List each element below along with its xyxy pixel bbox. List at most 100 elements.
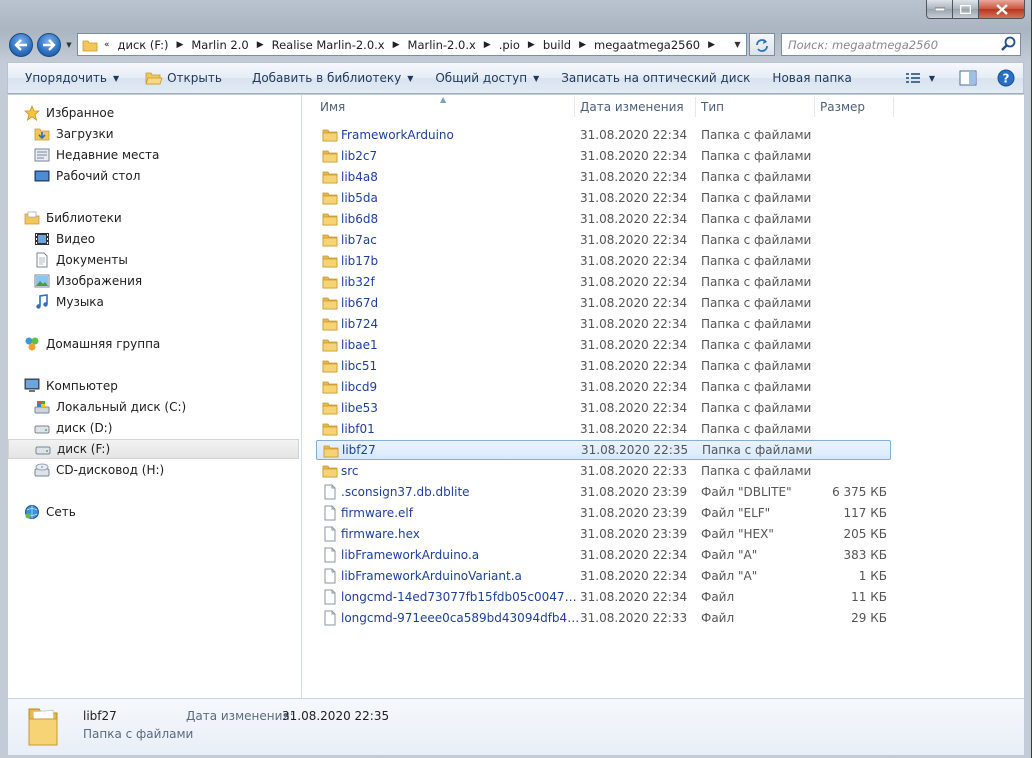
folder-icon [322, 358, 338, 374]
details-type: Папка с файлами [83, 727, 194, 741]
file-row[interactable]: lib4a8 31.08.2020 22:34 Папка с файлами [316, 167, 891, 187]
breadcrumb-separator[interactable]: ▶ [704, 40, 719, 50]
file-date: 31.08.2020 22:34 [580, 317, 688, 331]
nav-music[interactable]: Музыка [34, 292, 325, 312]
file-row[interactable]: src 31.08.2020 22:33 Папка с файлами [316, 461, 891, 481]
breadcrumb-marlin[interactable]: Marlin 2.0 [187, 38, 252, 52]
file-type: Папка с файлами [701, 296, 812, 310]
search-input[interactable]: Поиск: megaatmega2560 [781, 33, 1021, 56]
maximize-button[interactable] [953, 0, 979, 19]
breadcrumb-separator[interactable]: ▶ [524, 40, 539, 50]
file-row[interactable]: libFrameworkArduino.a 31.08.2020 22:34 Фай… [316, 545, 891, 565]
folder-icon [322, 337, 338, 353]
nav-network[interactable]: Сеть [24, 502, 315, 522]
nav-disk-d[interactable]: диск (D:) [34, 418, 325, 438]
close-button[interactable] [979, 0, 1025, 19]
file-row[interactable]: libcd9 31.08.2020 22:34 Папка с файлами [316, 377, 891, 397]
column-divider[interactable] [574, 97, 575, 117]
breadcrumb-separator[interactable]: ▶ [172, 40, 187, 50]
preview-pane-icon[interactable] [959, 70, 977, 86]
folder-icon [323, 443, 339, 459]
file-row[interactable]: libc51 31.08.2020 22:34 Папка с файлами [316, 356, 891, 376]
nav-recent-label: Недавние места [56, 148, 160, 162]
file-row[interactable]: lib32f 31.08.2020 22:34 Папка с файлами [316, 272, 891, 292]
breadcrumb-build[interactable]: build [539, 38, 575, 52]
add-to-library-button[interactable]: Добавить в библиотеку ▼ [244, 63, 421, 93]
file-type: Файл [701, 611, 735, 625]
nav-cd-drive-h[interactable]: CD-дисковод (H:) [34, 460, 325, 480]
nav-favorites[interactable]: Избранное [24, 103, 315, 123]
nav-disk-f[interactable]: диск (F:) [8, 439, 299, 459]
file-row[interactable]: libae1 31.08.2020 22:34 Папка с файлами [316, 335, 891, 355]
file-row[interactable]: .sconsign37.db.dblite 31.08.2020 23:39 Фай… [316, 482, 891, 502]
nav-pictures[interactable]: Изображения [34, 271, 325, 291]
open-button[interactable]: Открыть [137, 63, 230, 93]
address-bar[interactable]: « диск (F:) ▶ Marlin 2.0 ▶ Realise Marlin-… [77, 33, 747, 56]
file-row[interactable]: lib5da 31.08.2020 22:34 Папка с файлами [316, 188, 891, 208]
nav-recent-places[interactable]: Недавние места [34, 145, 325, 165]
column-size[interactable]: Размер [820, 100, 865, 114]
recent-pages-dropdown[interactable]: ▼ [64, 40, 74, 50]
breadcrumb-separator[interactable]: ▶ [253, 40, 268, 50]
file-row[interactable]: lib7ac 31.08.2020 22:34 Папка с файлами [316, 230, 891, 250]
address-history-dropdown[interactable]: ▼ [728, 34, 747, 55]
file-row[interactable]: firmware.hex 31.08.2020 23:39 Файл "HEX" 20… [316, 524, 891, 544]
column-date[interactable]: Дата изменения [580, 100, 684, 114]
file-row[interactable]: lib67d 31.08.2020 22:34 Папка с файлами [316, 293, 891, 313]
breadcrumb-separator[interactable]: ▶ [480, 40, 495, 50]
change-view-button[interactable]: ▼ [905, 71, 935, 85]
file-row[interactable]: firmware.elf 31.08.2020 23:39 Файл "ELF" 11… [316, 503, 891, 523]
breadcrumb-separator[interactable]: ▶ [575, 40, 590, 50]
breadcrumb-realise[interactable]: Realise Marlin-2.0.x [268, 38, 389, 52]
arrow-right-icon [43, 39, 56, 51]
file-row[interactable]: libf27 31.08.2020 22:35 Папка с файлами [316, 440, 891, 460]
nav-favorites-label: Избранное [46, 106, 115, 120]
share-button[interactable]: Общий доступ ▼ [427, 63, 547, 93]
file-row[interactable]: lib6d8 31.08.2020 22:34 Папка с файлами [316, 209, 891, 229]
nav-documents[interactable]: Документы [34, 250, 325, 270]
nav-video[interactable]: Видео [34, 229, 325, 249]
breadcrumb-disk-f[interactable]: диск (F:) [114, 38, 173, 52]
column-divider[interactable] [814, 97, 815, 117]
nav-desktop[interactable]: Рабочий стол [34, 166, 325, 186]
file-row[interactable]: lib17b 31.08.2020 22:34 Папка с файлами [316, 251, 891, 271]
nav-downloads[interactable]: Загрузки [34, 124, 325, 144]
help-icon[interactable]: ? [997, 69, 1015, 87]
organize-button[interactable]: Упорядочить ▼ [8, 63, 127, 93]
column-type[interactable]: Тип [701, 100, 724, 114]
details-date-value: 31.08.2020 22:35 [282, 709, 390, 723]
search-icon[interactable] [1001, 36, 1017, 52]
forward-button[interactable] [37, 33, 61, 57]
refresh-button[interactable] [749, 33, 775, 56]
folder-icon [322, 295, 338, 311]
add-library-label: Добавить в библиотеку [251, 71, 402, 85]
file-name: libFrameworkArduino.a [341, 548, 480, 562]
column-name[interactable]: Имя [320, 100, 345, 114]
back-button[interactable] [9, 33, 33, 57]
file-row[interactable]: longcmd-971eee0ca589bd43094dfb42cae... 31… [316, 608, 891, 628]
burn-disc-button[interactable]: Записать на оптический диск [553, 63, 758, 93]
file-row[interactable]: lib2c7 31.08.2020 22:34 Папка с файлами [316, 146, 891, 166]
file-row[interactable]: libf01 31.08.2020 22:34 Папка с файлами [316, 419, 891, 439]
nav-local-disk-c[interactable]: Локальный диск (C:) [34, 397, 325, 417]
breadcrumb-megaatmega2560[interactable]: megaatmega2560 [590, 38, 704, 52]
file-date: 31.08.2020 22:34 [580, 212, 688, 226]
breadcrumb-overflow[interactable]: « [100, 40, 114, 50]
column-divider[interactable] [695, 97, 696, 117]
nav-computer[interactable]: Компьютер [24, 376, 315, 396]
folder-icon [82, 40, 98, 51]
column-divider[interactable] [893, 97, 894, 117]
file-row[interactable]: lib724 31.08.2020 22:34 Папка с файлами [316, 314, 891, 334]
new-folder-button[interactable]: Новая папка [764, 63, 859, 93]
file-list-pane: ▲ Имя Дата изменения Тип Размер Framewor… [302, 95, 1024, 698]
file-row[interactable]: libe53 31.08.2020 22:34 Папка с файлами [316, 398, 891, 418]
minimize-button[interactable] [926, 0, 953, 19]
file-row[interactable]: longcmd-14ed73077fb15fdb05c004790a6... 31… [316, 587, 891, 607]
file-row[interactable]: libFrameworkArduinoVariant.a 31.08.2020 2… [316, 566, 891, 586]
file-row[interactable]: FrameworkArduino 31.08.2020 22:34 Папка с … [316, 125, 891, 145]
breadcrumb-pio[interactable]: .pio [495, 38, 524, 52]
nav-homegroup[interactable]: Домашняя группа [24, 334, 315, 354]
breadcrumb-marlin-2x[interactable]: Marlin-2.0.x [404, 38, 480, 52]
nav-libraries[interactable]: Библиотеки [24, 208, 315, 228]
breadcrumb-separator[interactable]: ▶ [389, 40, 404, 50]
